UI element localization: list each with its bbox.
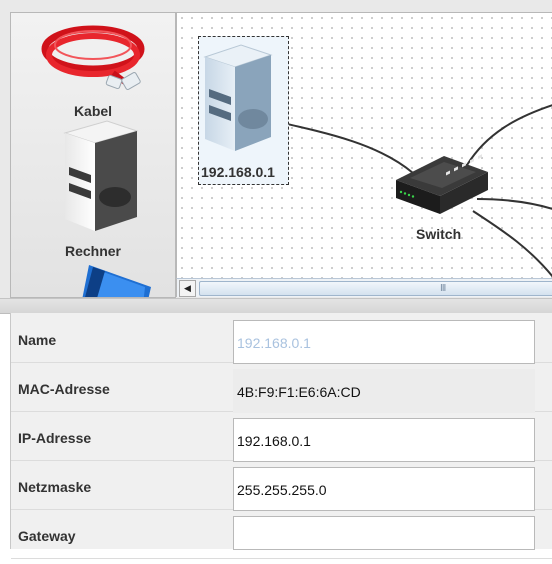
ethernet-cable-icon	[41, 25, 145, 90]
property-label: Name	[18, 332, 57, 348]
node-label: Switch	[416, 226, 462, 242]
properties-table: Name 192.168.0.1 MAC-Adresse 4B:F9:F1:E6…	[10, 313, 552, 559]
canvas-horizontal-scrollbar[interactable]: ◀ III	[176, 278, 552, 297]
scrollbar-thumb[interactable]: III	[199, 281, 552, 296]
monitor-icon	[82, 265, 151, 297]
property-row-mac: MAC-Adresse 4B:F9:F1:E6:6A:CD	[11, 362, 552, 413]
palette-item-rechner[interactable]: Rechner	[11, 119, 175, 269]
property-label: Gateway	[18, 528, 76, 544]
palette-item-kabel[interactable]: Kabel	[11, 19, 175, 119]
computer-icon	[203, 44, 273, 151]
switch-icon	[396, 154, 488, 214]
property-label: Netzmaske	[18, 479, 92, 495]
gateway-field[interactable]	[233, 516, 535, 550]
property-row-gateway: Gateway	[11, 509, 552, 559]
ip-address-field[interactable]: 192.168.0.1	[233, 418, 535, 462]
palette-item-label: Kabel	[73, 103, 113, 119]
property-label: MAC-Adresse	[18, 381, 110, 397]
netmask-field[interactable]: 255.255.255.0	[233, 467, 535, 511]
palette-item-monitor[interactable]	[11, 265, 175, 297]
mac-address-field: 4B:F9:F1:E6:6A:CD	[233, 369, 535, 413]
computer-icon	[63, 120, 139, 231]
network-editor-window: Kabel Rechner 192.168.0.1 Switch ◀ III N…	[0, 0, 552, 559]
palette-item-label: Rechner	[64, 243, 122, 259]
property-row-netmask: Netzmaske 255.255.255.0	[11, 460, 552, 511]
selected-node-computer[interactable]: 192.168.0.1	[198, 36, 289, 185]
split-pane-divider[interactable]	[0, 298, 552, 314]
property-label: IP-Adresse	[18, 430, 92, 446]
node-switch[interactable]: Switch	[392, 150, 492, 246]
name-field: 192.168.0.1	[233, 320, 535, 364]
property-row-ip: IP-Adresse 192.168.0.1	[11, 411, 552, 462]
editor-top-area: Kabel Rechner 192.168.0.1 Switch ◀ III	[0, 0, 552, 298]
scroll-left-button[interactable]: ◀	[179, 280, 196, 297]
component-palette: Kabel Rechner	[10, 12, 176, 298]
node-label: 192.168.0.1	[201, 164, 275, 180]
scrollbar-grip: III	[440, 283, 446, 294]
property-row-name: Name 192.168.0.1	[11, 313, 552, 364]
